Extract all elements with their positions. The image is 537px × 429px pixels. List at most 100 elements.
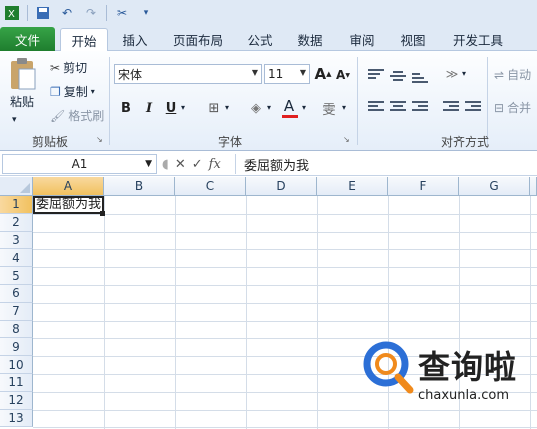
chevron-down-icon[interactable]: ▾	[302, 103, 306, 112]
tab-view[interactable]: 视图	[393, 28, 433, 51]
paste-icon[interactable]	[9, 57, 37, 91]
italic-button[interactable]: I	[140, 99, 158, 117]
font-name-combo[interactable]: 宋体 ▼	[114, 64, 262, 84]
tab-developer[interactable]: 开发工具	[446, 28, 510, 51]
row-header-11[interactable]: 11	[0, 374, 33, 392]
chevron-down-icon[interactable]: ▾	[267, 103, 271, 112]
enter-icon[interactable]: ✓	[192, 157, 203, 172]
row-header-3[interactable]: 3	[0, 231, 33, 250]
tab-file[interactable]: 文件	[0, 27, 55, 51]
shrink-font-button[interactable]: A ▼	[334, 66, 352, 84]
select-all-corner[interactable]	[0, 177, 33, 196]
align-middle-icon[interactable]	[390, 71, 406, 83]
row-header-5[interactable]: 5	[0, 267, 33, 285]
bold-button[interactable]: B	[117, 99, 135, 117]
align-left-icon[interactable]	[368, 101, 384, 113]
chevron-down-icon[interactable]: ▾	[342, 103, 346, 112]
formula-input[interactable]: 委屈额为我	[235, 154, 537, 174]
row-header-4[interactable]: 4	[0, 249, 33, 268]
align-center-icon[interactable]	[390, 101, 406, 113]
row-header-10[interactable]: 10	[0, 356, 33, 374]
column-header-f[interactable]: F	[388, 177, 459, 196]
font-color-letter: A	[283, 97, 295, 115]
gridline	[33, 213, 537, 215]
underline-button[interactable]: U	[162, 99, 180, 117]
cell-a1[interactable]: 委屈额为我	[33, 196, 104, 214]
wrap-text-button[interactable]: ⇌ 自动	[494, 66, 531, 83]
font-size-combo[interactable]: 11 ▼	[264, 64, 310, 84]
redo-icon[interactable]: ↷	[82, 4, 100, 22]
font-color-button[interactable]: A	[280, 97, 298, 115]
tab-review[interactable]: 审阅	[342, 28, 382, 51]
cut-label: 剪切	[63, 61, 88, 75]
paste-button[interactable]: 粘贴	[10, 93, 34, 110]
row-header-2[interactable]: 2	[0, 213, 33, 232]
qat-dropdown-icon[interactable]: ▾	[137, 4, 155, 22]
customize-icon[interactable]: ✂	[113, 4, 131, 22]
clipboard-group-label: 剪贴板	[31, 135, 68, 149]
excel-logo-icon[interactable]: X	[3, 4, 21, 22]
row-header-6[interactable]: 6	[0, 285, 33, 303]
copy-button[interactable]: ❐ 复制 ▾	[50, 83, 95, 100]
formula-expand-icon: ◖	[162, 156, 169, 172]
save-icon[interactable]	[34, 4, 52, 22]
column-header-g[interactable]: G	[459, 177, 530, 196]
chevron-down-icon: ▼	[299, 68, 306, 77]
row-header-7[interactable]: 7	[0, 302, 33, 321]
format-painter-button[interactable]: 🖌 格式刷	[50, 107, 104, 124]
borders-icon[interactable]: ⊞	[205, 99, 223, 117]
paste-dropdown-icon[interactable]: ▾	[12, 115, 17, 125]
align-right-icon[interactable]	[412, 101, 428, 113]
chevron-down-icon[interactable]: ▾	[181, 103, 185, 112]
column-header-b[interactable]: B	[104, 177, 175, 196]
row-header-12[interactable]: 12	[0, 391, 33, 410]
align-bottom-icon[interactable]	[412, 73, 428, 85]
row-header-9[interactable]: 9	[0, 338, 33, 357]
tab-page-layout[interactable]: 页面布局	[165, 28, 231, 51]
column-header-e[interactable]: E	[317, 177, 388, 196]
format-painter-label: 格式刷	[68, 109, 105, 123]
column-header-h[interactable]	[530, 177, 537, 196]
column-header-c[interactable]: C	[175, 177, 246, 196]
magnifier-logo-icon	[363, 341, 414, 394]
tab-home[interactable]: 开始	[60, 28, 108, 52]
name-box[interactable]: A1 ▼	[2, 154, 157, 174]
fill-handle[interactable]	[100, 211, 105, 216]
row-header-8[interactable]: 8	[0, 320, 33, 339]
shrink-font-label: A	[336, 68, 346, 82]
formula-bar: A1 ▼ ◖ ✕ ✓ fx 委屈额为我	[0, 152, 537, 176]
chevron-down-icon: ▾	[90, 87, 95, 96]
row-header-1[interactable]: 1	[0, 196, 33, 214]
tab-formulas[interactable]: 公式	[240, 28, 280, 51]
grow-font-button[interactable]: A ▲	[314, 65, 332, 83]
cut-button[interactable]: ✂ 剪切	[50, 59, 87, 76]
tab-data[interactable]: 数据	[290, 28, 330, 51]
phonetic-button[interactable]: 雯	[320, 99, 338, 118]
font-name-value: 宋体	[118, 67, 143, 82]
align-top-icon[interactable]	[368, 69, 384, 81]
font-size-value: 11	[268, 67, 284, 81]
wrap-text-label: 自动	[507, 68, 532, 82]
decrease-indent-icon[interactable]	[443, 101, 459, 113]
clipboard-launcher-icon[interactable]: ↘	[96, 135, 103, 144]
row-header-13[interactable]: 13	[0, 409, 33, 428]
name-box-value: A1	[71, 157, 88, 171]
gridline	[33, 249, 537, 251]
insert-function-icon[interactable]: fx	[209, 157, 221, 172]
fill-color-icon[interactable]: ◈	[247, 99, 265, 117]
chevron-down-icon[interactable]: ▾	[462, 69, 466, 78]
font-launcher-icon[interactable]: ↘	[343, 135, 350, 144]
font-group-label: 字体	[217, 135, 242, 149]
chevron-down-icon: ▼	[145, 159, 152, 169]
undo-icon[interactable]: ↶	[58, 4, 76, 22]
orientation-icon[interactable]: ≫	[443, 65, 461, 83]
cancel-icon[interactable]: ✕	[175, 157, 186, 172]
tab-insert[interactable]: 插入	[115, 28, 155, 51]
chevron-down-icon[interactable]: ▾	[225, 103, 229, 112]
wrap-text-icon: ⇌	[494, 67, 505, 82]
column-header-d[interactable]: D	[246, 177, 317, 196]
column-header-a[interactable]: A	[33, 177, 104, 196]
font-color-swatch	[282, 115, 298, 118]
merge-button[interactable]: ⊟ 合并	[494, 99, 531, 116]
increase-indent-icon[interactable]	[465, 101, 481, 113]
